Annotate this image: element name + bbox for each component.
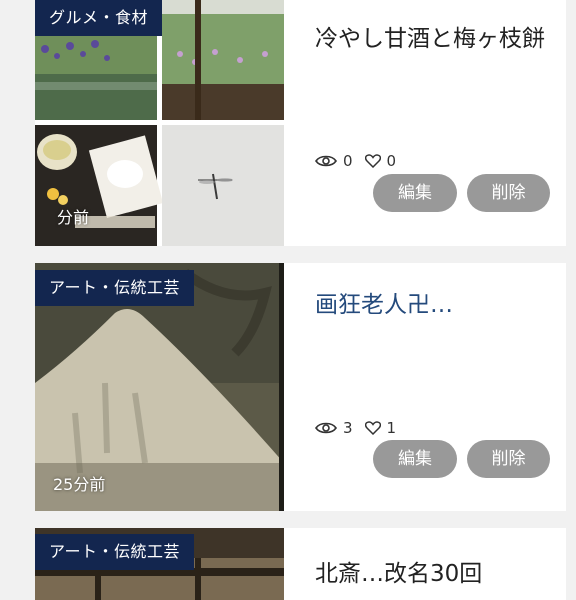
category-badge: アート・伝統工芸 — [35, 534, 195, 570]
post-card[interactable]: グルメ・食材 分前 冷やし甘酒と梅ヶ枝餅 0 0 編集 削除 — [35, 0, 566, 246]
post-title[interactable]: 冷やし甘酒と梅ヶ枝餅 — [315, 19, 555, 59]
edit-button[interactable]: 編集 — [373, 174, 457, 212]
heart-icon — [364, 421, 381, 435]
category-badge: グルメ・食材 — [35, 0, 163, 36]
like-count: 1 — [386, 419, 397, 437]
eye-icon — [315, 154, 337, 168]
view-count: 0 — [343, 152, 353, 170]
category-badge: アート・伝統工芸 — [35, 270, 195, 306]
post-card[interactable]: アート・伝統工芸 25分前 画狂老人卍… 3 1 編集 削除 — [35, 263, 566, 511]
post-stats: 0 0 — [315, 152, 396, 170]
post-title[interactable]: 画狂老人卍… — [315, 285, 555, 325]
like-count: 0 — [386, 152, 397, 170]
view-count: 3 — [343, 419, 353, 437]
delete-button[interactable]: 削除 — [467, 440, 550, 478]
post-time: 分前 — [57, 208, 90, 227]
post-title[interactable]: 北斎…改名30回 — [315, 554, 555, 594]
eye-icon — [315, 421, 337, 435]
post-stats: 3 1 — [315, 419, 396, 437]
heart-icon — [364, 154, 381, 168]
post-card[interactable]: アート・伝統工芸 北斎…改名30回 — [35, 528, 566, 600]
post-time: 25分前 — [53, 475, 106, 494]
edit-button[interactable]: 編集 — [373, 440, 457, 478]
delete-button[interactable]: 削除 — [467, 174, 550, 212]
